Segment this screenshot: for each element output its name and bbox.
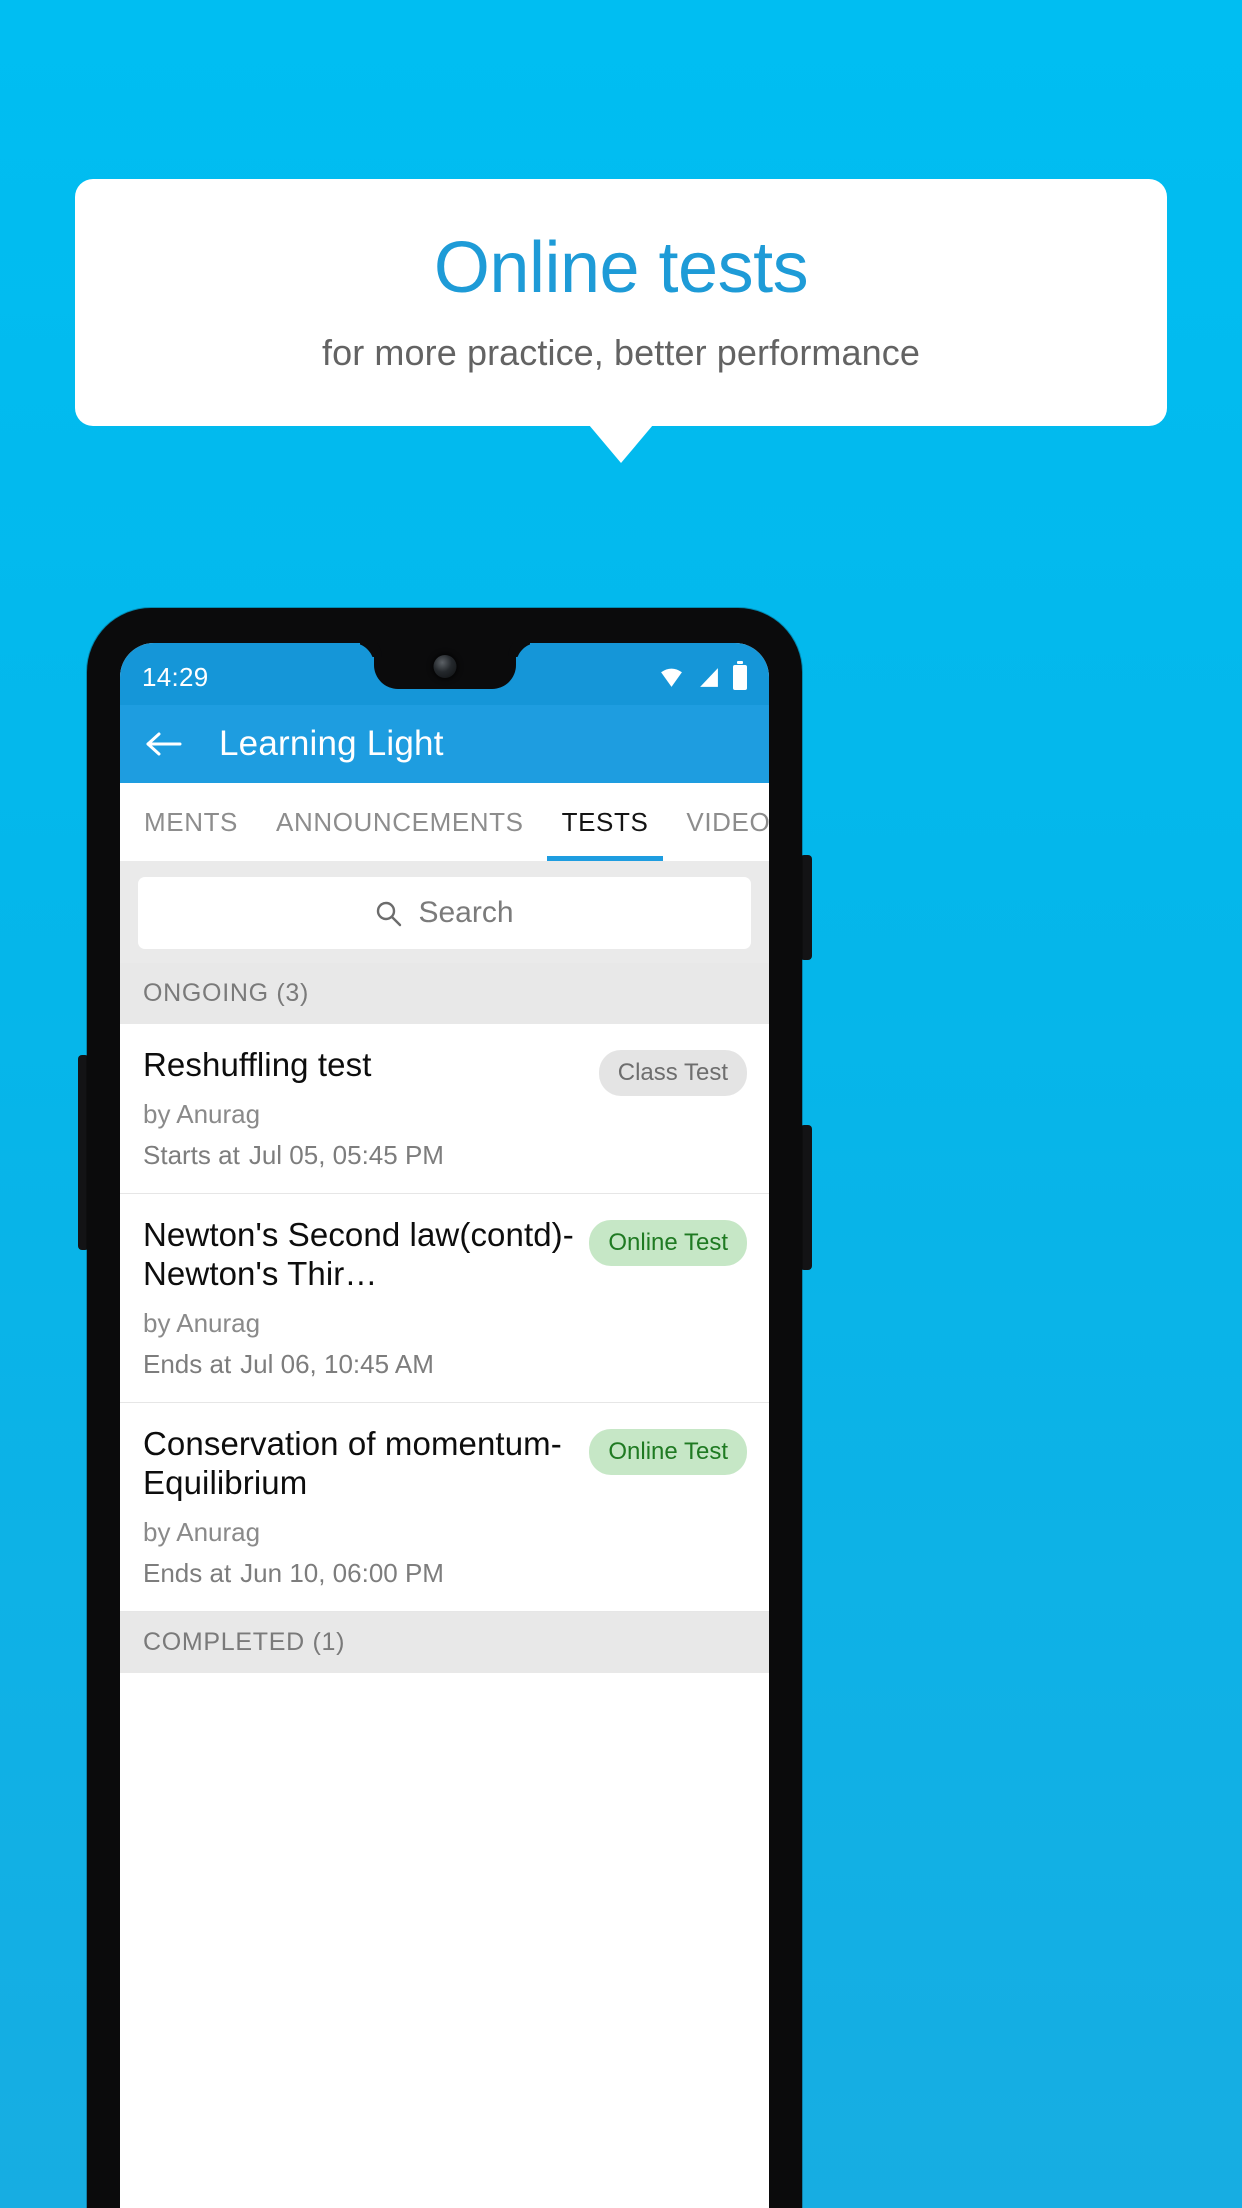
- test-item-main: Newton's Second law(contd)-Newton's Thir…: [143, 1216, 575, 1380]
- status-badge: Online Test: [589, 1219, 747, 1266]
- test-time-value: Jul 06, 10:45 AM: [240, 1348, 434, 1379]
- test-author: by Anurag: [143, 1098, 261, 1129]
- test-item-main: Conservation of momentum-Equilibrium by …: [143, 1425, 575, 1589]
- phone-screen: 14:29 Learning Light MENTS ANNOUNCEMENTS…: [120, 643, 769, 2208]
- front-camera: [433, 655, 456, 678]
- promo-title: Online tests: [433, 227, 809, 308]
- test-time: Ends at Jun 10, 06:00 PM: [143, 1558, 575, 1589]
- tab-ments[interactable]: MENTS: [144, 783, 257, 861]
- status-badge: Class Test: [598, 1050, 747, 1096]
- test-time-label: Ends at: [143, 1557, 232, 1588]
- phone-device-frame: 14:29 Learning Light MENTS ANNOUNCEMENTS…: [87, 608, 802, 2208]
- test-time: Ends at Jul 06, 10:45 AM: [143, 1349, 575, 1380]
- search-placeholder: Search: [418, 896, 514, 929]
- page-title: Learning Light: [219, 724, 444, 763]
- status-time: 14:29: [142, 661, 209, 692]
- signal-icon: [697, 667, 720, 688]
- test-time-label: Starts at: [143, 1139, 240, 1170]
- section-header-ongoing: ONGOING (3): [120, 963, 769, 1024]
- test-time: Starts at Jul 05, 05:45 PM: [143, 1140, 585, 1171]
- section-header-completed: COMPLETED (1): [120, 1611, 769, 1673]
- test-title: Reshuffling test: [143, 1046, 372, 1083]
- tests-content: Search ONGOING (3) Reshuffling test by A…: [120, 861, 769, 2208]
- app-bar: Learning Light: [120, 705, 769, 783]
- test-time-value: Jun 10, 06:00 PM: [240, 1557, 444, 1588]
- promo-subtitle: for more practice, better performance: [322, 332, 920, 374]
- callout-tail: [589, 425, 653, 463]
- wifi-icon: [659, 667, 684, 688]
- tab-bar: MENTS ANNOUNCEMENTS TESTS VIDEOS: [120, 783, 769, 861]
- test-time-label: Ends at: [143, 1348, 232, 1379]
- test-author: by Anurag: [143, 1516, 261, 1547]
- tab-tests[interactable]: TESTS: [543, 783, 668, 861]
- battery-icon: [733, 660, 747, 690]
- search-bar-container: Search: [120, 861, 769, 963]
- test-title: Conservation of momentum-Equilibrium: [143, 1424, 562, 1501]
- search-icon: [375, 900, 402, 927]
- test-list-item[interactable]: Reshuffling test by Anurag Starts at Jul …: [120, 1024, 769, 1194]
- test-item-main: Reshuffling test by Anurag Starts at Jul …: [143, 1046, 585, 1171]
- test-list-item[interactable]: Conservation of momentum-Equilibrium by …: [120, 1402, 769, 1612]
- tab-videos[interactable]: VIDEOS: [667, 783, 769, 861]
- back-arrow-icon[interactable]: [145, 729, 183, 759]
- test-author: by Anurag: [143, 1307, 261, 1338]
- status-bar: 14:29: [120, 643, 769, 705]
- test-list-item[interactable]: Newton's Second law(contd)-Newton's Thir…: [120, 1193, 769, 1403]
- promo-callout-card: Online tests for more practice, better p…: [75, 179, 1167, 426]
- test-time-value: Jul 05, 05:45 PM: [248, 1139, 444, 1170]
- search-input[interactable]: Search: [138, 877, 751, 949]
- tab-announcements[interactable]: ANNOUNCEMENTS: [257, 783, 543, 861]
- status-badge: Online Test: [589, 1428, 747, 1475]
- test-title: Newton's Second law(contd)-Newton's Thir…: [143, 1215, 574, 1292]
- status-icons: [659, 660, 747, 690]
